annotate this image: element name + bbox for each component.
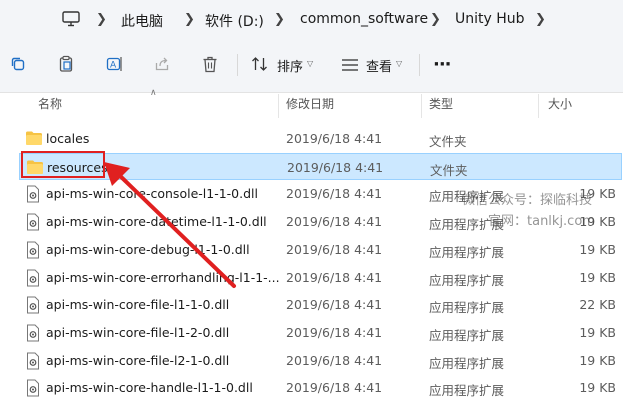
rename-icon[interactable]: A	[101, 50, 129, 78]
view-button[interactable]: 查看 ▽	[341, 50, 407, 78]
monitor-icon[interactable]	[62, 11, 80, 27]
highlight-box	[21, 151, 105, 178]
breadcrumb-this-pc[interactable]: 此电脑	[121, 11, 163, 31]
arrow-icon	[104, 162, 236, 288]
file-size: 19 KB	[579, 380, 616, 396]
chevron-down-icon: ▽	[307, 59, 314, 68]
file-row[interactable]: api-ms-win-core-file-l2-1-0.dll 2019/6/18…	[19, 347, 622, 374]
column-header-size[interactable]: 大小	[548, 95, 572, 117]
file-row[interactable]: api-ms-win-core-file-l1-2-0.dll 2019/6/18…	[19, 319, 622, 346]
file-row[interactable]: locales 2019/6/18 4:41 文件夹	[19, 125, 622, 152]
watermark-line2: 官网：tanlkj.com	[488, 214, 595, 229]
dll-file-icon	[25, 269, 43, 286]
file-modified: 2019/6/18 4:41	[286, 324, 383, 340]
file-type: 应用程序扩展	[429, 355, 505, 371]
view-label: 查看	[366, 60, 393, 75]
file-name[interactable]: api-ms-win-core-handle-l1-1-0.dll	[46, 380, 253, 395]
chevron-right-icon[interactable]: ❯	[535, 12, 546, 27]
toolbar-divider	[419, 54, 420, 76]
sort-icon	[251, 56, 269, 76]
chevron-right-icon[interactable]: ❯	[274, 12, 285, 27]
chevron-right-icon[interactable]: ❯	[430, 12, 441, 27]
file-type: 文件夹	[429, 134, 467, 149]
file-type: 应用程序扩展	[429, 272, 505, 288]
file-size: 19 KB	[579, 269, 616, 285]
file-modified: 2019/6/18 4:41	[286, 214, 383, 230]
file-row[interactable]: api-ms-win-core-file-l1-1-0.dll 2019/6/18…	[19, 291, 622, 318]
view-icon	[341, 57, 359, 76]
sort-up-icon: ∧	[150, 88, 157, 98]
chevron-down-icon: ▽	[396, 59, 403, 68]
chevron-right-icon[interactable]: ❯	[184, 12, 195, 27]
chevron-right-icon[interactable]: ❯	[96, 12, 107, 27]
dll-file-icon	[25, 296, 43, 314]
sort-button[interactable]: 排序 ▽	[251, 50, 317, 78]
dll-file-icon	[25, 213, 43, 231]
command-bar: A 排序 ▽ 查看 ▽ ···	[0, 42, 623, 93]
file-modified: 2019/6/18 4:41	[286, 241, 383, 257]
file-row[interactable]: api-ms-win-core-handle-l1-1-0.dll 2019/6/…	[19, 374, 622, 401]
sort-label: 排序	[277, 60, 304, 75]
file-type: 文件夹	[430, 162, 468, 178]
file-name[interactable]: locales	[46, 131, 89, 146]
file-size: 19 KB	[579, 352, 616, 368]
dll-file-icon	[25, 379, 43, 397]
dll-file-icon	[25, 185, 43, 203]
file-type: 应用程序扩展	[429, 244, 505, 260]
file-modified: 2019/6/18 4:41	[286, 297, 383, 313]
file-type: 应用程序扩展	[429, 327, 505, 343]
watermark-line1: 微信公众号：探临科技	[462, 193, 593, 208]
file-modified: 2019/6/18 4:41	[286, 352, 383, 368]
file-size: 19 KB	[579, 324, 616, 340]
svg-text:A: A	[110, 61, 117, 71]
column-header-type[interactable]: 类型	[429, 95, 453, 117]
breadcrumb-drive-d[interactable]: 软件 (D:)	[205, 11, 264, 31]
file-modified: 2019/6/18 4:41	[287, 159, 384, 175]
file-size: 22 KB	[579, 297, 616, 313]
file-type: 应用程序扩展	[429, 300, 505, 316]
paste-icon[interactable]	[52, 50, 80, 78]
dll-file-icon	[25, 241, 43, 259]
copy-icon[interactable]	[4, 50, 32, 78]
dll-file-icon	[25, 352, 43, 370]
file-modified: 2019/6/18 4:41	[286, 269, 383, 285]
folder-icon	[25, 130, 43, 147]
more-options-button[interactable]: ···	[433, 54, 451, 75]
address-bar: ❯ 此电脑 ❯ 软件 (D:) ❯ common_software ❯ Unit…	[0, 0, 623, 42]
file-modified: 2019/6/18 4:41	[286, 380, 383, 396]
file-modified: 2019/6/18 4:41	[286, 131, 383, 146]
file-name[interactable]: api-ms-win-core-file-l1-1-0.dll	[46, 297, 229, 312]
dll-file-icon	[25, 324, 43, 342]
file-size: 19 KB	[579, 241, 616, 257]
column-header-modified[interactable]: 修改日期	[286, 95, 334, 117]
column-divider	[278, 94, 279, 118]
delete-icon[interactable]	[196, 50, 224, 78]
share-icon[interactable]	[148, 50, 176, 78]
column-divider	[421, 94, 422, 118]
file-modified: 2019/6/18 4:41	[286, 186, 383, 202]
breadcrumb-unity-hub[interactable]: Unity Hub	[455, 11, 525, 27]
breadcrumb-common-software[interactable]: common_software	[300, 11, 428, 27]
file-name[interactable]: api-ms-win-core-file-l2-1-0.dll	[46, 353, 229, 368]
file-type: 应用程序扩展	[429, 383, 505, 399]
column-header-name[interactable]: 名称	[38, 95, 62, 117]
file-name[interactable]: api-ms-win-core-file-l1-2-0.dll	[46, 325, 229, 340]
column-divider	[538, 94, 539, 118]
toolbar-divider	[237, 54, 238, 76]
